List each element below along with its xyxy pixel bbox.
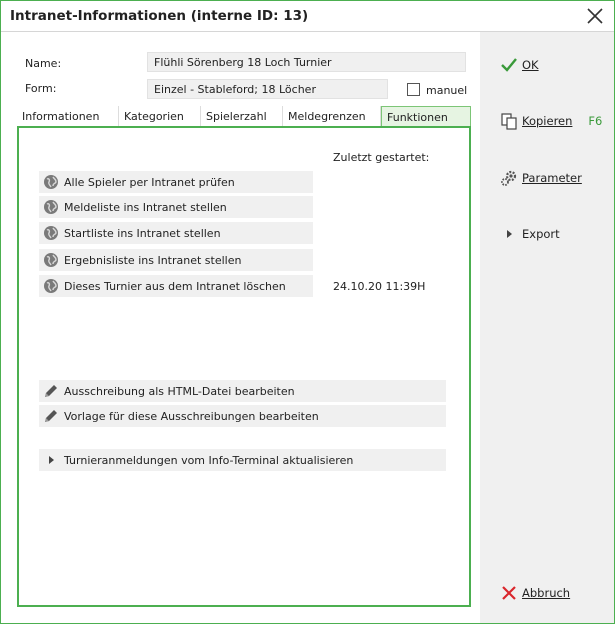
action-sidebar: OK Kopieren F6 Parameter Export Abbruch	[480, 32, 614, 623]
last-started-header: Zuletzt gestartet:	[333, 151, 430, 164]
window-title: Intranet-Informationen (interne ID: 13)	[10, 8, 309, 24]
check-players-button[interactable]: Alle Spieler per Intranet prüfen	[39, 171, 313, 193]
export-label: Export	[522, 227, 560, 241]
ok-button[interactable]: OK	[500, 56, 539, 74]
publish-entry-list-label: Meldeliste ins Intranet stellen	[64, 200, 227, 214]
form-label: Form:	[25, 82, 57, 95]
manuel-label: manuel	[426, 84, 468, 97]
edit-template-button[interactable]: Vorlage für diese Ausschreibungen bearbe…	[39, 405, 446, 427]
triangle-right-icon	[500, 225, 518, 243]
tab-funktionen[interactable]: Funktionen	[381, 106, 471, 126]
edit-html-announcement-button[interactable]: Ausschreibung als HTML-Datei bearbeiten	[39, 380, 446, 402]
name-label: Name:	[25, 57, 62, 70]
dialog-window: Intranet-Informationen (interne ID: 13) …	[0, 0, 615, 624]
copy-button[interactable]: Kopieren F6	[500, 112, 602, 130]
parameter-button[interactable]: Parameter	[500, 169, 582, 187]
copy-icon	[500, 112, 518, 130]
tab-bar: Informationen Kategorien Spielerzahl Mel…	[17, 106, 471, 126]
delete-tournament-button[interactable]: Dieses Turnier aus dem Intranet löschen	[39, 275, 313, 297]
publish-results-label: Ergebnisliste ins Intranet stellen	[64, 253, 242, 267]
copy-label: Kopieren	[522, 114, 573, 128]
export-button[interactable]: Export	[500, 225, 560, 243]
update-terminal-registrations-label: Turnieranmeldungen vom Info-Terminal akt…	[64, 453, 354, 467]
last-started-value: 24.10.20 11:39H	[333, 280, 426, 293]
tab-spielerzahl[interactable]: Spielerzahl	[201, 106, 283, 126]
copy-shortcut-key: F6	[588, 114, 603, 128]
pencil-icon	[42, 407, 60, 425]
gear-icon	[500, 169, 518, 187]
cancel-label: Abbruch	[522, 586, 571, 600]
publish-start-list-button[interactable]: Startliste ins Intranet stellen	[39, 222, 313, 244]
tab-kategorien[interactable]: Kategorien	[119, 106, 201, 126]
tab-informationen[interactable]: Informationen	[17, 106, 119, 126]
parameter-label: Parameter	[522, 171, 582, 185]
edit-template-label: Vorlage für diese Ausschreibungen bearbe…	[64, 409, 319, 423]
pencil-icon	[42, 382, 60, 400]
globe-icon	[42, 224, 60, 242]
title-bar: Intranet-Informationen (interne ID: 13)	[1, 1, 614, 32]
cancel-x-icon	[500, 584, 518, 602]
update-terminal-registrations-button[interactable]: Turnieranmeldungen vom Info-Terminal akt…	[39, 449, 446, 471]
edit-html-announcement-label: Ausschreibung als HTML-Datei bearbeiten	[64, 384, 295, 398]
name-field[interactable]: Flühli Sörenberg 18 Loch Turnier	[147, 52, 466, 72]
publish-results-button[interactable]: Ergebnisliste ins Intranet stellen	[39, 249, 313, 271]
cancel-button[interactable]: Abbruch	[500, 584, 570, 602]
tab-meldegrenzen[interactable]: Meldegrenzen	[283, 106, 381, 126]
triangle-right-icon	[42, 451, 60, 469]
form-field[interactable]: Einzel - Stableford; 18 Löcher	[147, 79, 388, 99]
close-icon[interactable]	[584, 5, 606, 27]
globe-icon	[42, 173, 60, 191]
check-players-label: Alle Spieler per Intranet prüfen	[64, 175, 235, 189]
publish-entry-list-button[interactable]: Meldeliste ins Intranet stellen	[39, 196, 313, 218]
manuel-checkbox[interactable]	[407, 83, 420, 96]
ok-label: OK	[522, 58, 539, 72]
globe-icon	[42, 251, 60, 269]
delete-tournament-label: Dieses Turnier aus dem Intranet löschen	[64, 279, 286, 293]
globe-icon	[42, 198, 60, 216]
checkmark-icon	[500, 56, 518, 74]
publish-start-list-label: Startliste ins Intranet stellen	[64, 226, 221, 240]
globe-icon	[42, 277, 60, 295]
